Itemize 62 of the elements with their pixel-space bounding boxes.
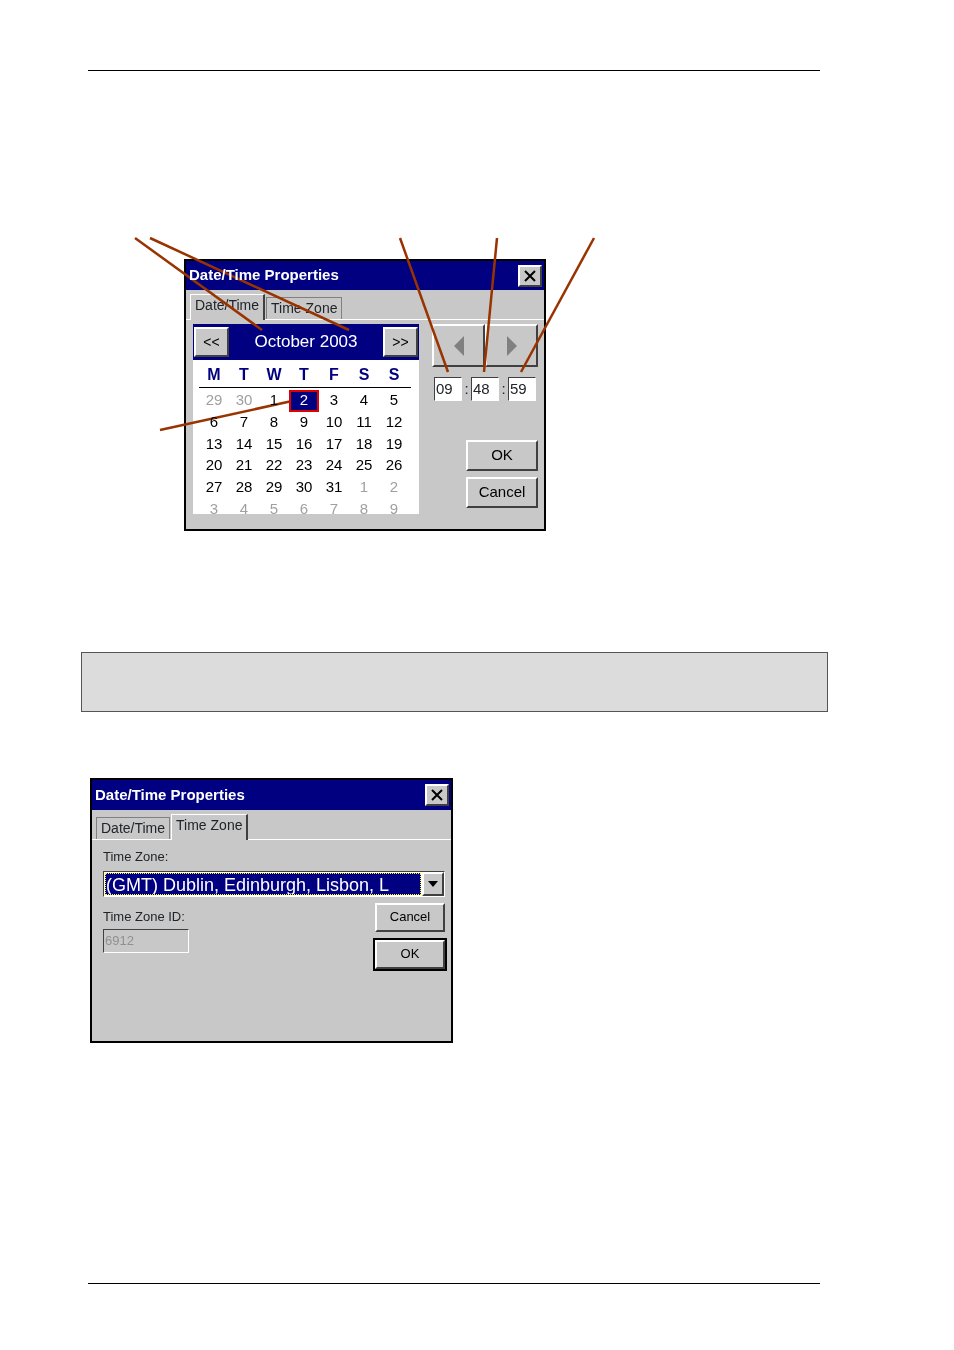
weekday-label: W [265, 365, 283, 385]
dialog-button[interactable]: OK [375, 939, 445, 969]
calendar-day[interactable]: 19 [379, 433, 409, 456]
calendar-day[interactable]: 21 [229, 455, 259, 478]
calendar-day[interactable]: 13 [199, 433, 229, 456]
calendar-day[interactable]: 22 [259, 455, 289, 478]
time-field[interactable]: 48 [471, 377, 499, 401]
calendar-day[interactable]: 17 [319, 433, 349, 456]
time-separator: : [463, 378, 470, 399]
previous-month-button[interactable]: << [194, 327, 229, 357]
weekday-label: S [387, 365, 401, 385]
calendar-day[interactable]: 15 [259, 433, 289, 456]
weekday-label: T [238, 365, 250, 385]
dropdown-arrow-icon [428, 880, 438, 887]
weekday-label: M [206, 365, 222, 385]
calendar-day[interactable]: 24 [319, 455, 349, 478]
calendar-day[interactable]: 27 [199, 477, 229, 499]
calendar-day[interactable]: 11 [349, 411, 379, 434]
next-month-button[interactable]: >> [383, 327, 418, 357]
month-title: October 2003 [254, 331, 358, 354]
field-label: Time Zone ID: [103, 907, 186, 926]
tab[interactable]: Time Zone [171, 814, 249, 840]
left-arrow-icon [453, 336, 464, 357]
calendar-day[interactable]: 4 [349, 390, 379, 412]
calendar-day[interactable]: 14 [229, 433, 259, 456]
close-button[interactable] [425, 784, 449, 806]
calendar-day[interactable]: 12 [379, 411, 409, 434]
dialog-button[interactable]: Cancel [375, 902, 445, 932]
time-separator: : [500, 378, 507, 399]
time-zone-dropdown[interactable]: (GMT) Dublin, Edinburgh, Lisbon, L [103, 870, 445, 897]
dialog-button[interactable]: Cancel [466, 477, 538, 508]
calendar-day[interactable]: 26 [379, 455, 409, 478]
calendar-day[interactable]: 3 [319, 390, 349, 412]
calendar-day[interactable]: 10 [319, 411, 349, 434]
calendar-day[interactable]: 18 [349, 433, 379, 456]
close-icon [431, 789, 443, 801]
calendar-day[interactable]: 16 [289, 433, 319, 456]
weekday-label: T [298, 365, 310, 385]
weekday-label: S [357, 365, 371, 385]
calendar-day[interactable]: 5 [379, 390, 409, 412]
time-field[interactable]: 09 [434, 377, 462, 401]
calendar-day[interactable]: 7 [229, 411, 259, 434]
right-arrow-icon [506, 336, 517, 357]
calendar-day[interactable]: 25 [349, 455, 379, 478]
field-label: Time Zone: [103, 848, 170, 866]
time-field[interactable]: 59 [508, 377, 536, 401]
calendar-day[interactable]: 28 [229, 477, 259, 499]
close-button[interactable] [518, 264, 542, 287]
calendar-day[interactable]: 20 [199, 455, 229, 478]
close-icon [524, 269, 536, 282]
weekday-label: F [328, 365, 340, 385]
calendar-day[interactable]: 1 [259, 390, 289, 412]
calendar-day[interactable]: 9 [289, 411, 319, 434]
calendar-day[interactable]: 23 [289, 455, 319, 478]
dialog-button[interactable]: OK [466, 440, 538, 471]
calendar-day[interactable]: 31 [319, 477, 349, 499]
calendar-day[interactable]: 8 [259, 411, 289, 434]
calendar-day[interactable]: 30 [289, 477, 319, 499]
window-title: Date/Time Properties [95, 784, 245, 805]
calendar-day[interactable]: 2 [289, 390, 319, 412]
calendar-day[interactable]: 29 [259, 477, 289, 499]
tab[interactable]: Date/Time [96, 817, 171, 839]
